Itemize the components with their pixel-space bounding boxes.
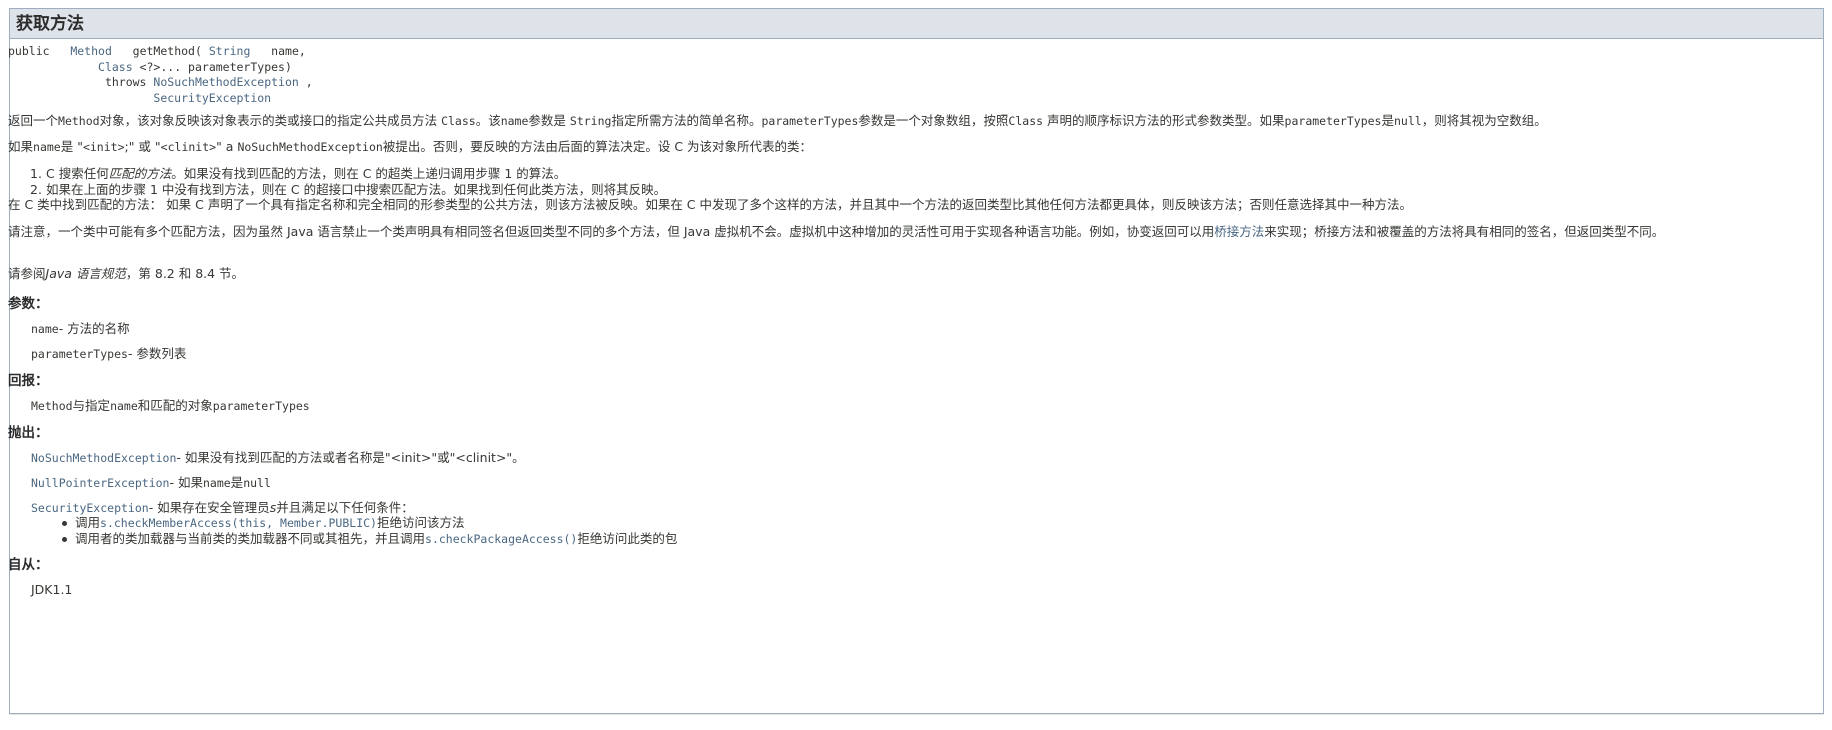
description-paragraph: 请注意，一个类中可能有多个匹配方法，因为虽然 Java 语言禁止一个类声明具有相…	[8, 224, 1665, 239]
params-label: 参数：	[8, 296, 49, 312]
method-signature: public Method getMethod( String name, Cl…	[8, 44, 313, 105]
bullet-icon	[62, 521, 67, 526]
description-paragraph: 返回一个Method对象，该对象反映该对象表示的类或接口的指定公共成员方法 Cl…	[8, 113, 1547, 128]
divider	[9, 714, 1824, 715]
description-paragraph: 在 C 类中找到匹配的方法： 如果 C 声明了一个具有指定名称和完全相同的形参类…	[8, 197, 1413, 212]
exception-link[interactable]: NoSuchMethodException	[153, 75, 298, 89]
class-type-link[interactable]: Class	[98, 60, 133, 74]
description-paragraph: 如果name是 "<init>;" 或 "<clinit>" a NoSuchM…	[8, 139, 813, 154]
list-item: 调用者的类加载器与当前类的类加载器不同或其祖先，并且调用s.checkPacka…	[62, 531, 677, 547]
returns-label: 回报：	[8, 373, 49, 389]
throws-item: NoSuchMethodException- 如果没有找到匹配的方法或者名称是"…	[31, 450, 525, 465]
returns-value: Method与指定name和匹配的对象parameterTypes	[31, 398, 310, 413]
method-name: getMethod(	[132, 44, 202, 58]
param-item: parameterTypes- 参数列表	[31, 346, 187, 361]
exception-link[interactable]: SecurityException	[153, 91, 271, 105]
throws-keyword: throws	[104, 75, 147, 89]
exception-link[interactable]: SecurityException	[31, 501, 149, 515]
list-item: 2. 如果在上面的步骤 1 中没有找到方法，则在 C 的超接口中搜索匹配方法。如果…	[30, 182, 667, 197]
throws-label: 抛出：	[8, 425, 49, 441]
since-value: JDK1.1	[31, 582, 73, 597]
param-item: name- 方法的名称	[31, 321, 130, 336]
exception-link[interactable]: NoSuchMethodException	[31, 451, 176, 465]
section-title: 获取方法	[10, 9, 1823, 39]
list-item: 调用s.checkMemberAccess(this, Member.PUBLI…	[62, 515, 464, 531]
param-type-link[interactable]: String	[209, 44, 251, 58]
see-also-paragraph: 请参阅Java 语言规范，第 8.2 和 8.4 节。	[8, 266, 245, 281]
bridge-methods-link[interactable]: 桥接方法	[1214, 224, 1264, 239]
list-item: 1. C 搜索任何匹配的方法。如果没有找到匹配的方法，则在 C 的超类上递归调用步…	[30, 166, 567, 181]
return-type-link[interactable]: Method	[70, 44, 112, 58]
bullet-icon	[62, 537, 67, 542]
throws-item: SecurityException- 如果存在安全管理员s并且满足以下任何条件：	[31, 500, 414, 515]
since-label: 自从：	[8, 557, 49, 573]
throws-item: NullPointerException- 如果name是null	[31, 475, 271, 490]
exception-link[interactable]: NullPointerException	[31, 476, 169, 490]
modifier: public	[8, 44, 50, 58]
